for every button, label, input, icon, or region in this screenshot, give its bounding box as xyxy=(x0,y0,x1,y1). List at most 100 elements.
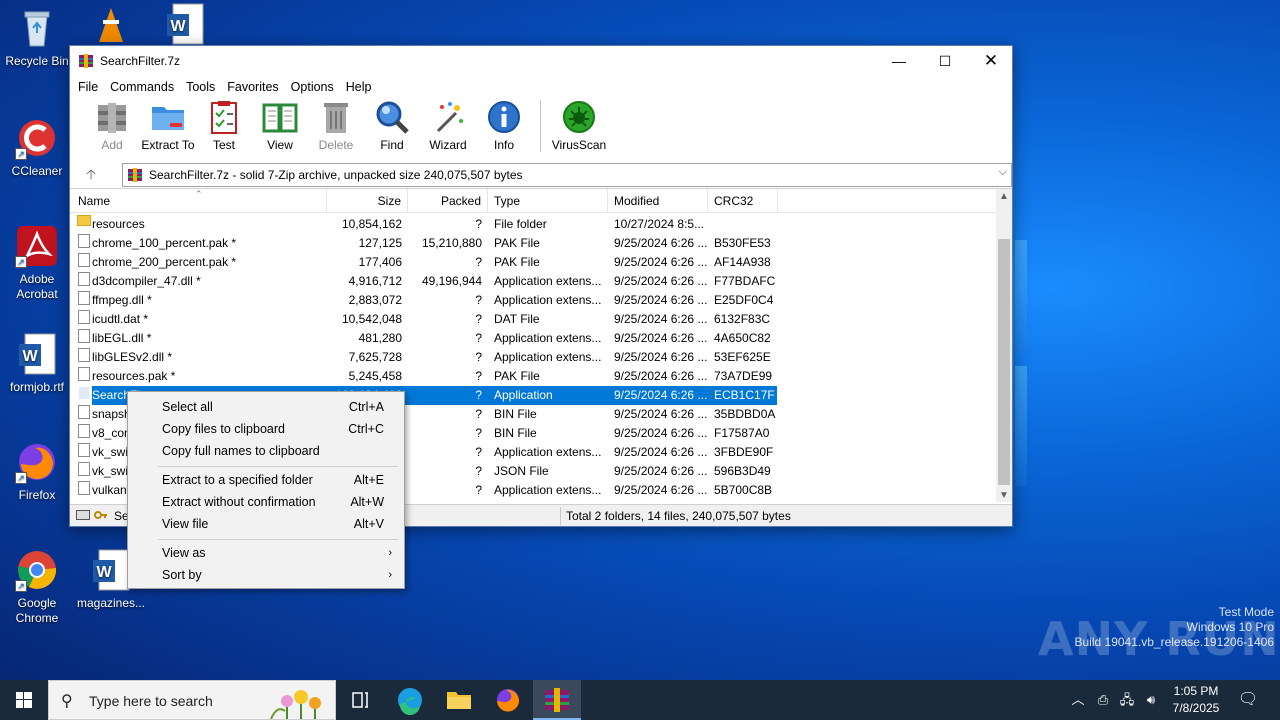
cell-crc: F17587A0 xyxy=(714,426,770,440)
column-packed[interactable]: Packed xyxy=(408,189,488,213)
vlc-cone-icon xyxy=(89,2,133,46)
column-crc32[interactable]: CRC32 xyxy=(708,189,778,213)
desktop-icon-google-chrome[interactable]: ↗ Google Chrome xyxy=(0,548,74,626)
tray-device-icon[interactable]: ⎙ xyxy=(1092,680,1114,720)
menu-item-select-all[interactable]: Select all Ctrl+A xyxy=(128,396,404,418)
find-button[interactable]: Find xyxy=(364,98,420,154)
taskbar-edge[interactable] xyxy=(386,680,434,720)
table-row[interactable]: icudtl.dat * 10,542,048? DAT File 9/25/2024… xyxy=(70,310,997,329)
volume-icon[interactable]: 🔊︎ xyxy=(1140,680,1162,720)
start-button[interactable] xyxy=(0,680,48,720)
cell-type: BIN File xyxy=(494,426,537,440)
desktop-icon-adobe-acrobat[interactable]: ↗ Adobe Acrobat xyxy=(0,224,74,302)
table-row[interactable]: d3dcompiler_47.dll * 4,916,712 49,196,944 A… xyxy=(70,272,997,291)
network-icon[interactable]: 🖧 xyxy=(1116,680,1138,720)
menu-file[interactable]: File xyxy=(72,80,104,94)
address-bar: 🡡 SearchFilter.7z - solid 7-Zip archive,… xyxy=(70,161,1012,187)
column-size[interactable]: Size xyxy=(327,189,408,213)
taskbar-search-box[interactable]: ⚲ Type here to search xyxy=(48,680,336,720)
desktop-icon-label: Firefox xyxy=(18,488,56,502)
cell-modified: 9/25/2024 6:26 ... xyxy=(614,293,708,307)
desktop-icon-label: magazines... xyxy=(76,596,146,610)
desktop-icon-vlc-partial[interactable] xyxy=(74,2,148,50)
vertical-scrollbar[interactable]: ▲ ▼ xyxy=(996,189,1012,502)
cell-name: chrome_100_percent.pak * xyxy=(92,236,237,250)
cell-size: 127,125 xyxy=(358,236,402,250)
notification-icon[interactable]: 🗨︎ xyxy=(1234,680,1262,720)
table-row[interactable]: ffmpeg.dll * 2,883,072? Application extens… xyxy=(70,291,997,310)
desktop-icon-word-partial[interactable]: W xyxy=(148,2,222,50)
scroll-up-icon[interactable]: ▲ xyxy=(996,191,1012,202)
drive-icon[interactable] xyxy=(76,510,90,520)
menu-item-copy-full-names[interactable]: Copy full names to clipboard xyxy=(128,440,404,462)
menu-commands[interactable]: Commands xyxy=(104,80,180,94)
menu-item-view-as[interactable]: View as › xyxy=(128,542,404,564)
folder-icon xyxy=(77,215,91,226)
close-button[interactable]: ✕ xyxy=(968,46,1014,76)
desktop-icon-firefox[interactable]: ↗ Firefox xyxy=(0,440,74,503)
cell-packed: ? xyxy=(475,464,482,478)
cell-packed: ? xyxy=(475,445,482,459)
add-button[interactable]: Add xyxy=(84,98,140,154)
table-row[interactable]: libEGL.dll * 481,280? Application extens..… xyxy=(70,329,997,348)
up-folder-button[interactable]: 🡡 xyxy=(78,164,104,184)
menu-item-view-file[interactable]: View file Alt+V xyxy=(128,513,404,535)
menu-item-label: View file xyxy=(162,517,209,531)
taskbar-clock[interactable]: 1:05 PM 7/8/2025 xyxy=(1166,683,1226,717)
info-button[interactable]: Info xyxy=(476,98,532,154)
wizard-label: Wizard xyxy=(429,138,467,152)
test-button[interactable]: Test xyxy=(196,98,252,154)
menu-separator xyxy=(158,466,398,467)
menu-separator xyxy=(158,539,398,540)
table-row[interactable]: resources 10,854,162? File folder 10/27/202… xyxy=(70,215,997,234)
table-row[interactable]: chrome_200_percent.pak * 177,406? PAK File… xyxy=(70,253,997,272)
title-bar[interactable]: SearchFilter.7z — ☐ ✕ xyxy=(70,46,1012,76)
cell-type: JSON File xyxy=(494,464,549,478)
key-icon[interactable] xyxy=(94,509,108,521)
minimize-button[interactable]: — xyxy=(876,46,922,76)
menu-item-sort-by[interactable]: Sort by › xyxy=(128,564,404,586)
menu-options[interactable]: Options xyxy=(285,80,340,94)
cell-modified: 9/25/2024 6:26 ... xyxy=(614,236,708,250)
virus-scan-button[interactable]: VirusScan xyxy=(549,98,609,154)
windows-build-watermark: Test Mode Windows 10 Pro Build 19041.vb_… xyxy=(1075,605,1275,650)
taskbar-file-explorer[interactable] xyxy=(435,680,483,720)
chevron-down-icon[interactable]: ⌵ xyxy=(999,166,1007,179)
table-row[interactable]: libGLESv2.dll * 7,625,728? Application ext… xyxy=(70,348,997,367)
cell-type: PAK File xyxy=(494,236,540,250)
cell-type: Application extens... xyxy=(494,331,602,345)
scrollbar-thumb[interactable] xyxy=(998,239,1010,485)
path-combobox[interactable]: SearchFilter.7z - solid 7-Zip archive, u… xyxy=(122,163,1012,187)
menu-tools[interactable]: Tools xyxy=(180,80,221,94)
find-label: Find xyxy=(380,138,404,152)
menu-favorites[interactable]: Favorites xyxy=(221,80,284,94)
menu-help[interactable]: Help xyxy=(340,80,378,94)
taskbar-firefox[interactable] xyxy=(484,680,532,720)
desktop-icon-ccleaner[interactable]: ↗ CCleaner xyxy=(0,116,74,179)
menu-item-extract-without-confirmation[interactable]: Extract without confirmation Alt+W xyxy=(128,491,404,513)
taskbar-winrar[interactable] xyxy=(533,680,581,720)
scroll-down-icon[interactable]: ▼ xyxy=(996,490,1012,501)
view-button[interactable]: View xyxy=(252,98,308,154)
cell-crc: F77BDAFC xyxy=(714,274,776,288)
table-row[interactable]: resources.pak * 5,245,458? PAK File 9/25/20… xyxy=(70,367,997,386)
column-modified[interactable]: Modified xyxy=(608,189,708,213)
task-view-button[interactable] xyxy=(336,680,384,720)
menu-item-copy-files[interactable]: Copy files to clipboard Ctrl+C xyxy=(128,418,404,440)
delete-button[interactable]: Delete xyxy=(308,98,364,154)
extract-to-button[interactable]: Extract To xyxy=(140,98,196,154)
desktop-icon-formjob[interactable]: W formjob.rtf xyxy=(0,332,74,395)
table-row[interactable]: chrome_100_percent.pak * 127,125 15,210,88… xyxy=(70,234,997,253)
desktop-icon-recycle-bin[interactable]: Recycle Bin xyxy=(0,6,74,69)
maximize-button[interactable]: ☐ xyxy=(922,46,968,76)
cell-crc: B530FE53 xyxy=(714,236,771,250)
menu-item-extract-to-folder[interactable]: Extract to a specified folder Alt+E xyxy=(128,469,404,491)
column-type[interactable]: Type xyxy=(488,189,608,213)
cell-crc: ECB1C17F xyxy=(714,388,775,402)
cell-packed: ? xyxy=(475,350,482,364)
cell-type: Application extens... xyxy=(494,483,602,497)
wizard-button[interactable]: Wizard xyxy=(420,98,476,154)
tray-overflow-chevron-icon[interactable]: ︿ xyxy=(1068,680,1088,720)
column-name[interactable]: Name ⌃ xyxy=(70,189,327,213)
taskbar: ⚲ Type here to search ︿ ⎙ 🖧 🔊︎ 1:05 PM 7… xyxy=(0,680,1280,720)
